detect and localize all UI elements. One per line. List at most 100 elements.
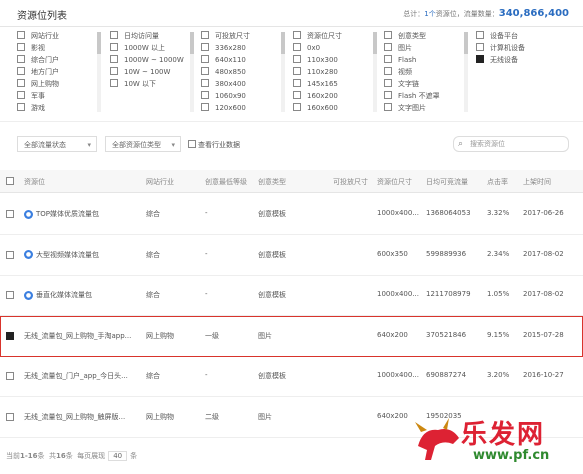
table-row[interactable]: 无线_流量包_网上购物_手淘app... 网上购物 一级 图片 640x200 37052… [0,315,583,357]
filter-option[interactable]: 无线设备 [476,54,566,66]
cell-name[interactable]: ● 大型视频媒体流量包 [24,250,99,260]
filter-option[interactable]: 10W 以下 [110,78,200,90]
column-header[interactable]: 日均可竞流量 [426,177,468,187]
checkbox-icon[interactable] [201,55,209,63]
table-row[interactable]: ● 大型视频媒体流量包 综合 - 创意模板 600x350 599889936 2.34% 20… [0,235,583,276]
checkbox-icon[interactable] [476,43,484,51]
filter-option[interactable]: 设备平台 [476,30,566,42]
table-row[interactable]: 无线_流量包_门户_app_今日头... 综合 - 创意模板 1000x400... 69… [0,356,583,397]
filter-option[interactable]: 160x600 [293,102,383,114]
filter-option[interactable]: 游戏 [17,102,107,114]
filter-option[interactable]: 640x110 [201,54,291,66]
filter-scrollbar[interactable] [281,32,285,112]
column-header[interactable]: 创意类型 [258,177,286,187]
row-checkbox[interactable] [6,291,14,299]
checkbox-icon[interactable] [293,103,301,111]
checkbox-icon[interactable] [201,103,209,111]
status-select[interactable]: 全部流量状态 ▾ [17,136,97,152]
checkbox-icon[interactable] [384,55,392,63]
column-header[interactable]: 创意最低等级 [205,177,247,187]
checkbox-icon[interactable] [17,31,25,39]
filter-option[interactable]: Flash 不遮罩 [384,90,474,102]
filter-option[interactable]: 视频 [384,66,474,78]
cell-name[interactable]: 无线_流量包_门户_app_今日头... [24,371,128,381]
checkbox-icon[interactable] [201,79,209,87]
filter-option[interactable]: 图片 [384,42,474,54]
filter-option[interactable]: 军事 [17,90,107,102]
filter-option[interactable]: 网上购物 [17,78,107,90]
checkbox-icon[interactable] [384,103,392,111]
filter-option[interactable]: 日均访问量 [110,30,200,42]
checkbox-icon[interactable] [110,31,118,39]
checkbox-icon[interactable] [293,91,301,99]
filter-option[interactable]: 110x280 [293,66,383,78]
row-checkbox[interactable] [6,250,14,259]
checkbox-icon[interactable] [384,43,392,51]
type-select[interactable]: 全部资源位类型 ▾ [105,136,181,152]
checkbox-icon[interactable] [17,91,25,99]
checkbox-icon[interactable] [201,91,209,99]
column-header[interactable]: 资源位尺寸 [377,177,412,187]
checkbox-icon[interactable] [188,140,196,148]
checkbox-icon[interactable] [476,31,484,39]
checkbox-icon[interactable] [384,91,392,99]
search-input[interactable]: ⌕ 搜索资源位 [453,136,569,152]
checkbox-icon[interactable] [110,67,118,75]
filter-scrollbar[interactable] [97,32,101,112]
scrollbar-thumb[interactable] [464,32,468,54]
column-header[interactable]: 点击率 [487,177,508,187]
checkbox-icon[interactable] [17,55,25,63]
column-header[interactable]: 资源位 [24,177,45,187]
per-page-select[interactable]: 40 [108,451,128,461]
table-row[interactable]: ● TOP媒体优质流量包 综合 - 创意模板 1000x400... 1368064053 3… [0,194,583,235]
row-checkbox[interactable] [6,331,14,340]
scrollbar-thumb[interactable] [281,32,285,54]
filter-option[interactable]: 网站行业 [17,30,107,42]
checkbox-icon[interactable] [293,31,301,39]
row-checkbox[interactable] [6,412,14,421]
checkbox-icon[interactable] [476,55,484,63]
checkbox-icon[interactable] [384,31,392,39]
cell-name[interactable]: ● TOP媒体优质流量包 [24,209,99,219]
filter-scrollbar[interactable] [373,32,377,112]
filter-option[interactable]: 1060x90 [201,90,291,102]
checkbox-icon[interactable] [110,43,118,51]
table-row[interactable]: ● 垂直化媒体流量包 综合 - 创意模板 1000x400... 1211708979 1.0… [0,275,583,316]
filter-scrollbar[interactable] [190,32,194,112]
column-header[interactable]: 上架时间 [523,177,551,187]
row-checkbox[interactable] [6,372,14,380]
filter-option[interactable]: 文字图片 [384,102,474,114]
checkbox-icon[interactable] [201,67,209,75]
row-checkbox[interactable] [6,210,14,218]
filter-option[interactable]: 可投放尺寸 [201,30,291,42]
scrollbar-thumb[interactable] [190,32,194,54]
filter-option[interactable]: 380x400 [201,78,291,90]
checkbox-icon[interactable] [17,79,25,87]
checkbox-icon[interactable] [110,79,118,87]
checkbox-icon[interactable] [17,43,25,51]
checkbox-icon[interactable] [17,67,25,75]
checkbox-icon[interactable] [384,67,392,75]
filter-option[interactable]: 计算机设备 [476,42,566,54]
filter-option[interactable]: 1000W 以上 [110,42,200,54]
filter-option[interactable]: 影视 [17,42,107,54]
filter-scrollbar[interactable] [464,32,468,112]
filter-option[interactable]: 创意类型 [384,30,474,42]
filter-option[interactable]: 综合门户 [17,54,107,66]
checkbox-icon[interactable] [293,67,301,75]
checkbox-icon[interactable] [201,43,209,51]
filter-option[interactable]: Flash [384,54,474,66]
cell-name[interactable]: ● 垂直化媒体流量包 [24,290,92,300]
filter-option[interactable]: 1000W ~ 1000W [110,54,200,66]
filter-option[interactable]: 145x165 [293,78,383,90]
select-all-checkbox[interactable] [6,177,14,185]
checkbox-icon[interactable] [293,79,301,87]
filter-option[interactable]: 资源位尺寸 [293,30,383,42]
checkbox-icon[interactable] [293,55,301,63]
scrollbar-thumb[interactable] [373,32,377,54]
checkbox-icon[interactable] [110,55,118,63]
filter-option[interactable]: 160x200 [293,90,383,102]
checkbox-icon[interactable] [293,43,301,51]
filter-option[interactable]: 地方门户 [17,66,107,78]
filter-option[interactable]: 120x600 [201,102,291,114]
